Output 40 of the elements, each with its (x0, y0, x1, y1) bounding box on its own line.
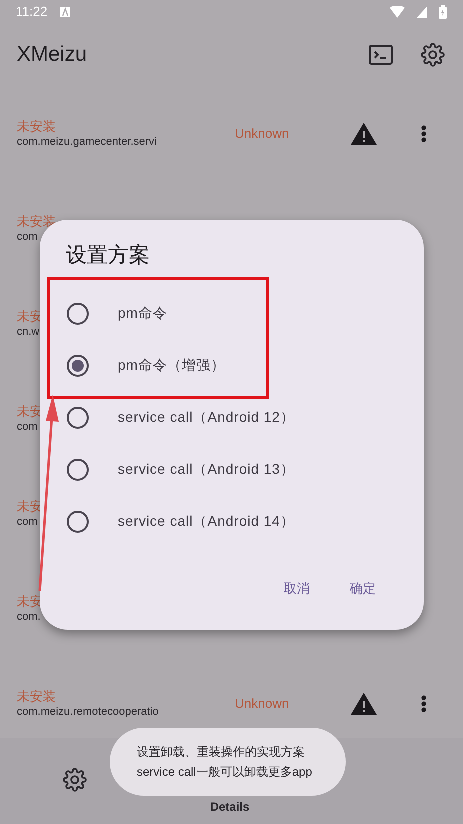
dialog-button[interactable]: 确定 (350, 578, 376, 598)
package-name: cn.w (17, 325, 40, 339)
radio-option[interactable]: service call（Android 14） (40, 496, 424, 548)
signal-icon (417, 6, 427, 18)
dialog-title: 设置方案 (66, 243, 151, 269)
radio-option[interactable]: service call（Android 12） (40, 392, 424, 444)
package-name: com (17, 230, 38, 244)
radio-button[interactable] (67, 458, 89, 480)
app-title: XMeizu (17, 42, 88, 68)
more-options-icon[interactable] (421, 124, 427, 142)
package-name: com (17, 420, 38, 434)
package-name: com.meizu.gamecenter.servi (17, 135, 157, 149)
warning-icon (351, 692, 377, 714)
install-status: 未安装 (17, 118, 56, 135)
warning-icon (351, 122, 377, 144)
status-time: 11:22 (16, 3, 48, 22)
terminal-icon[interactable] (369, 44, 393, 66)
nav-label[interactable]: Details (210, 798, 250, 816)
install-status: 未安装 (17, 688, 56, 705)
radio-button[interactable] (67, 354, 89, 376)
version-label: Unknown (235, 124, 290, 143)
settings-icon[interactable] (63, 768, 87, 792)
battery-icon (439, 5, 447, 19)
settings-icon[interactable] (421, 43, 445, 67)
package-name: com (17, 515, 38, 529)
toast-text: service call一般可以卸载更多app (137, 764, 314, 781)
dialog-button[interactable]: 取消 (284, 578, 310, 598)
more-options-icon[interactable] (421, 694, 427, 712)
wifi-icon (390, 6, 405, 18)
notification-icon (60, 6, 71, 18)
radio-button[interactable] (67, 302, 89, 324)
radio-button[interactable] (67, 406, 89, 428)
version-label: Unknown (235, 694, 290, 713)
toast-text: 设置卸载、重装操作的实现方案 (137, 744, 306, 761)
package-name: com. (17, 610, 41, 624)
radio-option[interactable]: pm命令（增强） (40, 340, 424, 392)
radio-option[interactable]: service call（Android 13） (40, 444, 424, 496)
package-name: com.meizu.remotecooperatio (17, 705, 159, 719)
radio-button[interactable] (67, 510, 89, 532)
radio-option[interactable]: pm命令 (40, 288, 424, 340)
